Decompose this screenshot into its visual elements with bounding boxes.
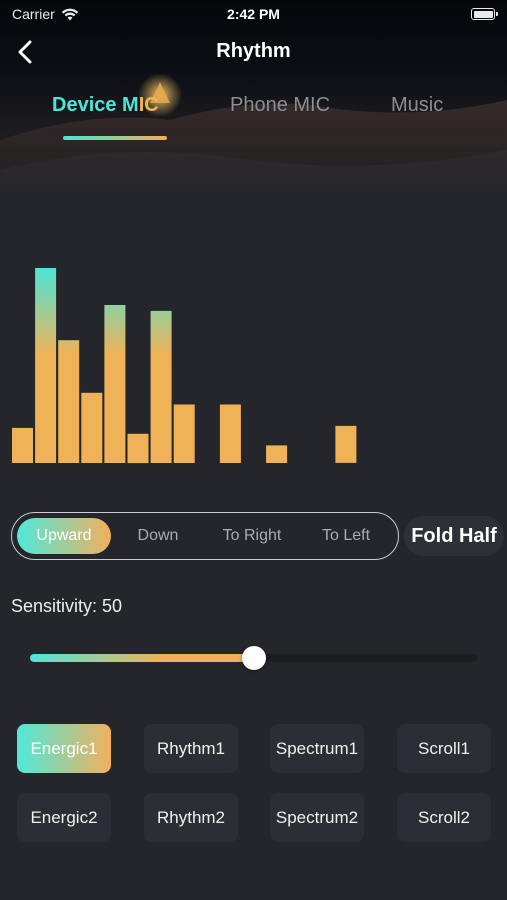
sensitivity-label: Sensitivity: 50 (11, 596, 123, 616)
active-tab-indicator (63, 136, 167, 140)
visualizer-bar (81, 392, 103, 463)
direction-selector: Upward Down To Right To Left (11, 512, 399, 560)
mode-spectrum2-button[interactable]: Spectrum2 (270, 793, 364, 842)
navigation-bar: Rhythm (0, 30, 507, 74)
mode-spectrum1-button[interactable]: Spectrum1 (270, 724, 364, 773)
visualizer-bar (219, 404, 241, 463)
mode-rhythm2-button[interactable]: Rhythm2 (144, 793, 238, 842)
source-tabs: Device MIC Phone MIC Music (0, 94, 507, 144)
visualizer-bar (12, 427, 33, 463)
slider-thumb[interactable] (241, 646, 266, 670)
visualizer-bar (104, 305, 126, 463)
battery-icon (471, 8, 498, 20)
fold-half-button[interactable]: Fold Half (404, 516, 504, 556)
wifi-icon (61, 8, 78, 20)
rhythm-visualizer (12, 268, 357, 464)
carrier-label: Carrier (12, 6, 55, 22)
direction-left-button[interactable]: To Left (299, 518, 393, 554)
visualizer-bar (173, 404, 195, 463)
status-bar: Carrier (0, 0, 507, 28)
mode-energic2-button[interactable]: Energic2 (17, 793, 111, 842)
visualizer-bar (266, 445, 288, 463)
visualizer-bar (150, 310, 172, 463)
tab-device-mic[interactable]: Device MIC (52, 94, 159, 117)
direction-right-button[interactable]: To Right (205, 518, 299, 554)
tab-device-mic-label-b: IC (138, 94, 159, 116)
direction-upward-button[interactable]: Upward (17, 518, 111, 554)
tab-phone-mic[interactable]: Phone MIC (230, 94, 330, 117)
visualizer-bar (58, 340, 80, 463)
direction-down-button[interactable]: Down (111, 518, 205, 554)
mode-rhythm1-button[interactable]: Rhythm1 (144, 724, 238, 773)
slider-fill (30, 654, 254, 662)
mode-scroll1-button[interactable]: Scroll1 (397, 724, 491, 773)
sensitivity-slider[interactable] (30, 646, 477, 670)
mode-energic1-button[interactable]: Energic1 (17, 724, 111, 773)
mode-scroll2-button[interactable]: Scroll2 (397, 793, 491, 842)
visualizer-bar (335, 425, 357, 463)
visualizer-bar (35, 268, 57, 463)
tab-device-mic-label-a: Device M (52, 94, 139, 116)
page-title: Rhythm (216, 40, 291, 62)
tab-music[interactable]: Music (391, 94, 443, 117)
visualizer-bar (127, 433, 149, 464)
